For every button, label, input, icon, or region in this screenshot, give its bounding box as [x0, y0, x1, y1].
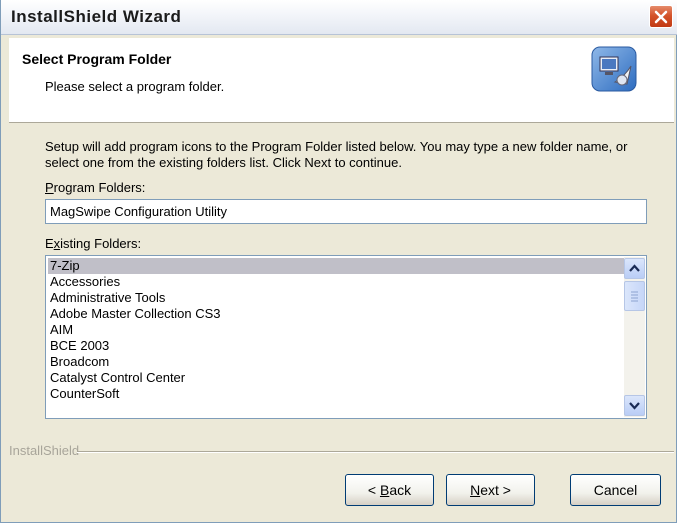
cancel-button[interactable]: Cancel [570, 474, 661, 506]
list-item[interactable]: Accessories [48, 274, 625, 290]
list-item[interactable]: Administrative Tools [48, 290, 625, 306]
list-item[interactable]: CounterSoft [48, 386, 625, 402]
header-subtitle: Please select a program folder. [45, 79, 225, 94]
list-item[interactable]: AIM [48, 322, 625, 338]
program-folders-label: Program Folders: [45, 180, 146, 195]
header-title: Select Program Folder [22, 51, 172, 67]
installshield-wizard-window: InstallShield Wizard Select Program Fold… [0, 0, 677, 523]
list-item[interactable]: BCE 2003 [48, 338, 625, 354]
program-folder-input[interactable]: MagSwipe Configuration Utility [45, 199, 647, 224]
list-item[interactable]: Catalyst Control Center [48, 370, 625, 386]
list-scrollbar[interactable] [624, 257, 645, 417]
scroll-down-button[interactable] [624, 395, 645, 416]
window-title: InstallShield Wizard [11, 7, 182, 26]
title-bar[interactable]: InstallShield Wizard [1, 0, 677, 35]
list-item[interactable]: Broadcom [48, 354, 625, 370]
wizard-header: Select Program Folder Please select a pr… [9, 38, 674, 123]
scroll-down-icon [629, 402, 640, 410]
next-button[interactable]: Next > [446, 474, 535, 506]
intro-text: Setup will add program icons to the Prog… [45, 139, 628, 170]
back-button[interactable]: < Back [345, 474, 434, 506]
program-folders-label-rest: rogram Folders: [53, 180, 146, 195]
scroll-up-button[interactable] [624, 258, 645, 279]
grip-icon [631, 291, 638, 302]
list-item[interactable]: Adobe Master Collection CS3 [48, 306, 625, 322]
scroll-thumb[interactable] [624, 281, 645, 311]
list-item[interactable]: 7-Zip [48, 258, 625, 274]
scroll-up-icon [629, 264, 640, 272]
existing-folders-label: Existing Folders: [45, 236, 142, 251]
existing-folders-list[interactable]: 7-Zip Accessories Administrative Tools A… [45, 255, 647, 419]
brand-divider [77, 451, 674, 453]
close-button[interactable] [649, 5, 673, 28]
computer-setup-icon [591, 46, 637, 92]
installshield-brand-label: InstallShield [9, 443, 80, 458]
close-icon [654, 10, 668, 24]
